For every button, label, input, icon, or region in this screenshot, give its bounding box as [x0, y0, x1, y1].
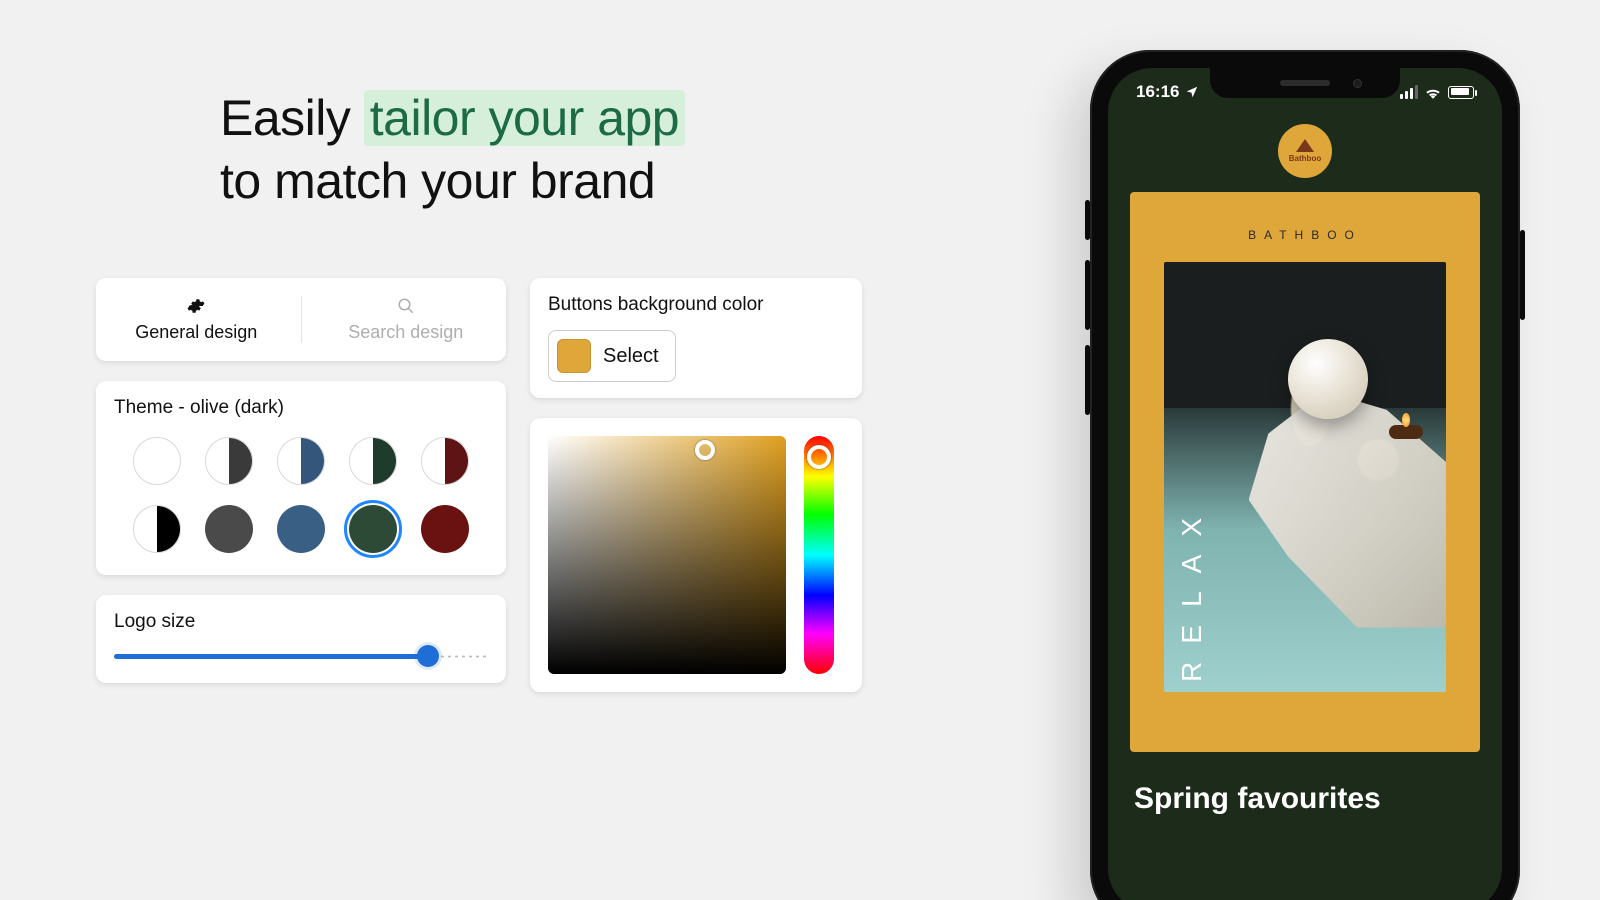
- logo-size-title: Logo size: [114, 611, 488, 633]
- theme-swatch-maroon[interactable]: [421, 437, 469, 485]
- theme-swatch-maroon-full[interactable]: [421, 505, 469, 553]
- sv-picker-handle[interactable]: [695, 440, 715, 460]
- tab-search-label: Search design: [348, 322, 463, 343]
- slider-track-active: [114, 654, 428, 659]
- search-icon: [397, 296, 415, 316]
- theme-swatch-charcoal[interactable]: [205, 437, 253, 485]
- button-bg-chip: [557, 339, 591, 373]
- theme-swatch-white[interactable]: [133, 437, 181, 485]
- brand-name-small: Bathboo: [1289, 154, 1321, 163]
- theme-swatch-forest[interactable]: [349, 437, 397, 485]
- headline-pre: Easily: [220, 90, 364, 146]
- theme-title: Theme - olive (dark): [114, 397, 488, 419]
- theme-swatch-grid: [114, 433, 488, 559]
- tab-general-design[interactable]: General design: [96, 296, 297, 343]
- theme-swatch-charcoal-full[interactable]: [205, 505, 253, 553]
- camera-icon: [1353, 79, 1362, 88]
- status-time: 16:16: [1136, 82, 1179, 102]
- headline: Easily tailor your app to match your bra…: [220, 87, 685, 212]
- button-bg-title: Buttons background color: [548, 294, 844, 316]
- theme-swatch-olive-dark[interactable]: [349, 505, 397, 553]
- brand-logo: Bathboo: [1278, 124, 1332, 178]
- hue-slider-handle[interactable]: [807, 445, 831, 469]
- slider-track-remaining: [432, 654, 488, 659]
- logo-size-card: Logo size: [96, 595, 506, 683]
- tab-general-label: General design: [135, 322, 257, 343]
- sv-picker[interactable]: [548, 436, 786, 674]
- brand-mark-icon: [1296, 139, 1314, 152]
- slider-thumb[interactable]: [417, 645, 439, 667]
- theme-swatch-steel-blue[interactable]: [277, 437, 325, 485]
- theme-swatch-black[interactable]: [133, 505, 181, 553]
- color-picker-card: [530, 418, 862, 692]
- wifi-icon: [1424, 85, 1442, 99]
- phone-side-button: [1085, 345, 1090, 415]
- design-tabs-card: General design Search design: [96, 278, 506, 361]
- app-preview: Bathboo BATHBOO RELAX Spring favourites: [1108, 114, 1502, 900]
- signal-icon: [1400, 85, 1418, 99]
- button-bg-card: Buttons background color Select: [530, 278, 862, 398]
- phone-side-button: [1085, 260, 1090, 330]
- button-bg-select-label: Select: [603, 345, 659, 368]
- gear-icon: [187, 296, 205, 316]
- tab-divider: [301, 296, 302, 343]
- phone-side-button: [1085, 200, 1090, 240]
- logo-size-slider[interactable]: [114, 645, 488, 667]
- left-column: General design Search design Theme - oli…: [96, 278, 506, 703]
- right-column: Buttons background color Select: [530, 278, 862, 712]
- hue-slider[interactable]: [804, 436, 834, 674]
- phone-notch: [1210, 68, 1400, 98]
- hero-image-bathbomb: [1288, 339, 1368, 419]
- hero-banner: BATHBOO RELAX: [1130, 192, 1480, 752]
- hero-vertical-text: RELAX: [1176, 500, 1208, 682]
- tab-search-design[interactable]: Search design: [306, 296, 507, 343]
- headline-highlight: tailor your app: [364, 90, 685, 146]
- hero-image-candle: [1389, 425, 1423, 439]
- phone-screen: 16:16 Bathboo BATHBOO RELAX: [1108, 68, 1502, 900]
- phone-mockup: 16:16 Bathboo BATHBOO RELAX: [1090, 50, 1520, 900]
- headline-line2: to match your brand: [220, 153, 655, 209]
- speaker-icon: [1280, 80, 1330, 86]
- location-icon: [1185, 85, 1199, 99]
- battery-icon: [1448, 86, 1474, 99]
- section-title: Spring favourites: [1134, 782, 1502, 816]
- button-bg-select[interactable]: Select: [548, 330, 676, 382]
- theme-card: Theme - olive (dark): [96, 381, 506, 575]
- hero-tag: BATHBOO: [1164, 228, 1446, 242]
- phone-side-button: [1520, 230, 1525, 320]
- theme-swatch-steel-full[interactable]: [277, 505, 325, 553]
